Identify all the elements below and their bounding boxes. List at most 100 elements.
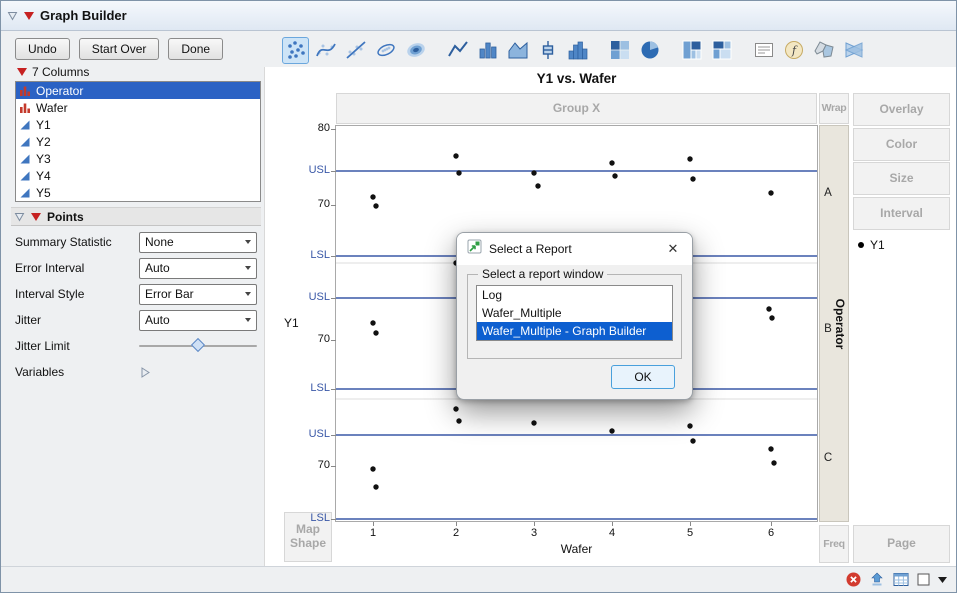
red-triangle-menu-icon[interactable] xyxy=(31,212,41,221)
report-option[interactable]: Wafer_Multiple - Graph Builder xyxy=(477,322,672,340)
tool-line-icon[interactable] xyxy=(444,37,471,64)
select-report-dialog: Select a Report ✕ Select a report window… xyxy=(456,232,693,400)
ok-button[interactable]: OK xyxy=(611,365,675,389)
jitter-select[interactable]: Auto xyxy=(139,309,257,331)
interval-dropzone[interactable]: Interval xyxy=(853,197,950,230)
report-option[interactable]: Log xyxy=(477,286,672,304)
tool-ellipse-icon[interactable] xyxy=(372,37,399,64)
y-tick-mark xyxy=(331,340,336,341)
tool-box-plot-icon[interactable] xyxy=(534,37,561,64)
report-window-groupbox: Select a report window Log Wafer_Multiple… xyxy=(467,267,682,359)
close-icon[interactable]: ✕ xyxy=(654,233,692,265)
tool-pie-icon[interactable] xyxy=(636,37,663,64)
column-item-operator[interactable]: Operator xyxy=(16,82,260,99)
tool-parallel-icon[interactable] xyxy=(840,37,867,64)
y-tick-mark xyxy=(331,466,336,467)
tool-treemap-icon[interactable] xyxy=(678,37,705,64)
page-dropzone[interactable]: Page xyxy=(853,525,950,563)
column-label: Operator xyxy=(36,83,84,98)
legend-label: Y1 xyxy=(870,238,885,252)
column-label: Y3 xyxy=(36,151,51,166)
y-tick-label: USL xyxy=(308,428,330,440)
tool-mosaic-icon[interactable] xyxy=(708,37,735,64)
tool-formula-icon[interactable]: f xyxy=(780,37,807,64)
jitter-limit-slider[interactable] xyxy=(139,337,257,355)
home-icon[interactable] xyxy=(869,572,885,587)
tool-points-icon[interactable] xyxy=(282,36,309,64)
wrap-dropzone[interactable]: Wrap xyxy=(819,93,849,124)
y-tick-mark xyxy=(331,435,336,436)
column-item-y4[interactable]: Y4 xyxy=(16,167,260,184)
graph-title: Y1 vs. Wafer xyxy=(536,71,617,86)
status-bar xyxy=(1,566,956,592)
jmp-report-icon xyxy=(467,239,482,259)
column-label: Wafer xyxy=(36,100,68,115)
legend-item-y1: Y1 xyxy=(858,237,885,253)
dialog-titlebar[interactable]: Select a Report ✕ xyxy=(457,233,692,265)
continuous-column-icon xyxy=(19,119,31,131)
x-tick-mark xyxy=(456,522,457,526)
x-tick-label: 6 xyxy=(767,527,775,539)
menu-caret-icon[interactable] xyxy=(938,576,947,583)
points-fields: Summary Statistic None Error Interval Auto I… xyxy=(15,229,261,385)
color-dropzone[interactable]: Color xyxy=(853,128,950,161)
size-dropzone[interactable]: Size xyxy=(853,162,950,195)
column-item-y3[interactable]: Y3 xyxy=(16,150,260,167)
done-button[interactable]: Done xyxy=(168,38,224,60)
tool-histogram-icon[interactable] xyxy=(564,37,591,64)
tool-heatmap-icon[interactable] xyxy=(606,37,633,64)
column-item-y2[interactable]: Y2 xyxy=(16,133,260,150)
group-x-dropzone[interactable]: Group X xyxy=(336,93,817,124)
column-item-y1[interactable]: Y1 xyxy=(16,116,260,133)
x-tick-label: 1 xyxy=(369,527,377,539)
selected-value: Auto xyxy=(145,261,170,275)
summary-statistic-select[interactable]: None xyxy=(139,231,257,253)
overlay-dropzone[interactable]: Overlay xyxy=(853,93,950,126)
x-tick-label: 3 xyxy=(530,527,538,539)
column-item-y5[interactable]: Y5 xyxy=(16,184,260,201)
undo-button[interactable]: Undo xyxy=(15,38,70,60)
titlebar: Graph Builder xyxy=(1,1,956,31)
y-axis-label: Y1 xyxy=(284,316,299,330)
chevron-down-icon xyxy=(245,266,251,270)
column-item-wafer[interactable]: Wafer xyxy=(16,99,260,116)
y-tick-label: 80 xyxy=(317,122,330,134)
tool-contour-icon[interactable] xyxy=(402,37,429,64)
error-icon[interactable] xyxy=(846,572,861,587)
points-header-label: Points xyxy=(47,209,84,224)
y-tick-mark xyxy=(331,256,336,257)
start-over-button[interactable]: Start Over xyxy=(78,38,160,60)
y-tick-mark xyxy=(331,171,336,172)
tool-map-shapes-icon[interactable] xyxy=(810,37,837,64)
dialog-body: Select a report window Log Wafer_Multiple… xyxy=(457,265,692,399)
slider-thumb[interactable] xyxy=(191,337,206,353)
y-tick-label: 70 xyxy=(317,459,330,471)
variables-disclosure-icon[interactable] xyxy=(141,366,150,378)
tool-bar-icon[interactable] xyxy=(474,37,501,64)
data-table-icon[interactable] xyxy=(893,572,909,587)
error-interval-select[interactable]: Auto xyxy=(139,257,257,279)
selection-box-icon[interactable] xyxy=(917,573,930,586)
nominal-column-icon xyxy=(19,85,31,97)
y-tick-label: 70 xyxy=(317,198,330,210)
tool-area-icon[interactable] xyxy=(504,37,531,64)
outline-disclosure-icon[interactable] xyxy=(7,11,18,21)
columns-list: Operator Wafer Y1 Y2 Y3 Y4 Y5 xyxy=(15,81,261,202)
tool-smoother-icon[interactable] xyxy=(312,37,339,64)
points-disclosure-icon[interactable] xyxy=(14,212,25,222)
x-tick-mark xyxy=(534,522,535,526)
freq-dropzone[interactable]: Freq xyxy=(819,525,849,563)
y-tick-label: LSL xyxy=(310,512,330,524)
panel-label-a: A xyxy=(824,186,832,199)
tool-caption-box-icon[interactable] xyxy=(750,37,777,64)
selected-value: Auto xyxy=(145,313,170,327)
x-tick-mark xyxy=(690,522,691,526)
report-option[interactable]: Wafer_Multiple xyxy=(477,304,672,322)
red-triangle-menu-icon[interactable] xyxy=(17,68,27,76)
prop-label-variables: Variables xyxy=(15,365,65,379)
continuous-column-icon xyxy=(19,170,31,182)
interval-style-select[interactable]: Error Bar xyxy=(139,283,257,305)
tool-line-of-fit-icon[interactable] xyxy=(342,37,369,64)
red-triangle-menu-icon[interactable] xyxy=(24,11,34,20)
y-tick-label: USL xyxy=(308,291,330,303)
